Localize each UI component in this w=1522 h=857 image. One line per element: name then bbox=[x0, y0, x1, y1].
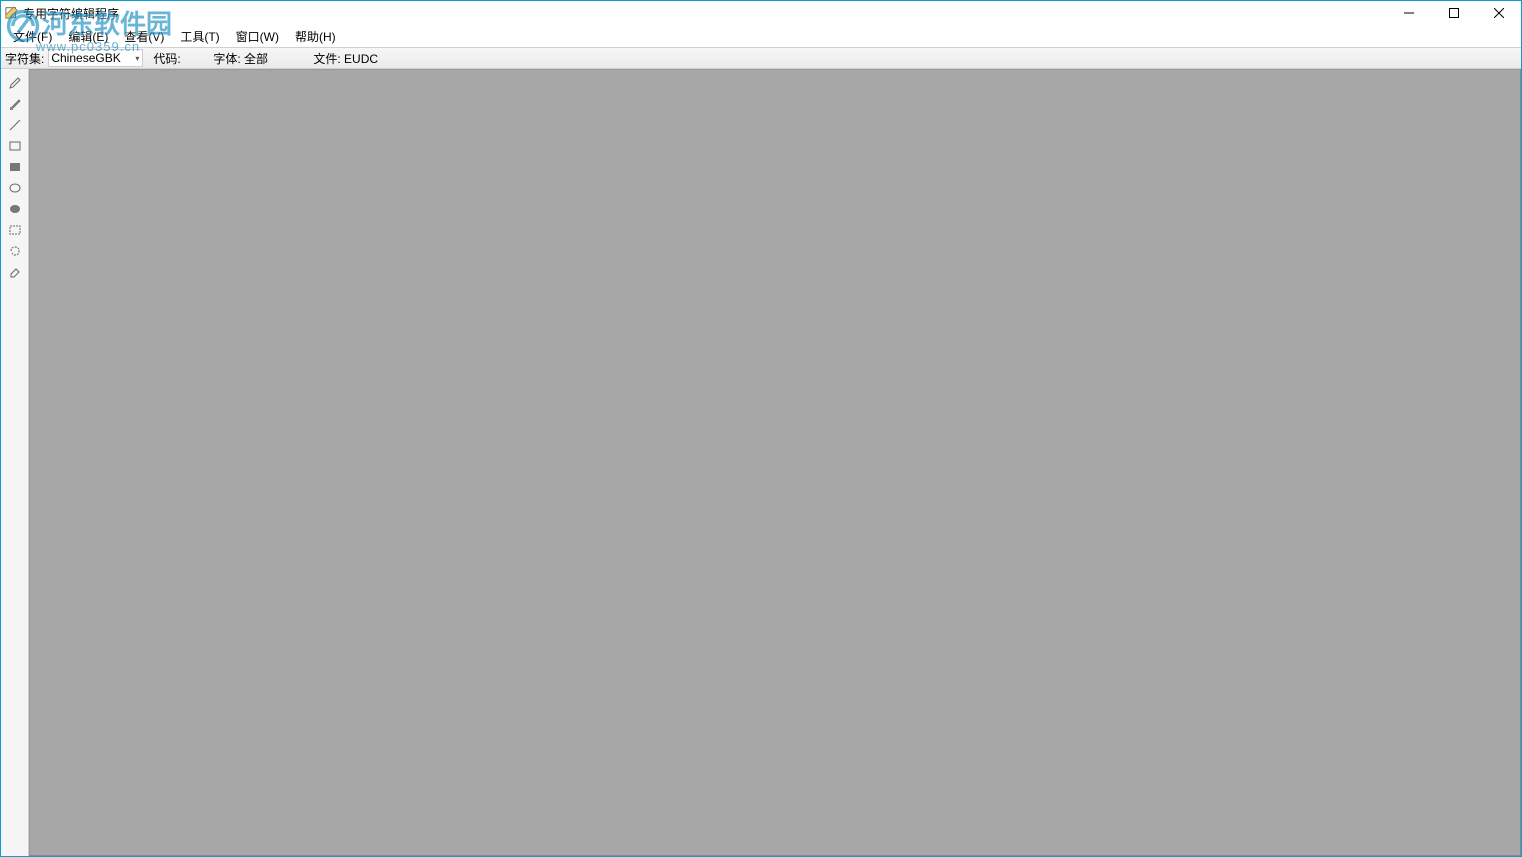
brush-icon[interactable] bbox=[4, 94, 26, 114]
toolbox bbox=[1, 69, 29, 856]
file-field: 文件: EUDC bbox=[313, 50, 378, 67]
minimize-button[interactable] bbox=[1386, 1, 1431, 25]
menu-view[interactable]: 查看(V) bbox=[116, 26, 172, 47]
rectangle-filled-icon[interactable] bbox=[4, 157, 26, 177]
code-field: 代码: bbox=[153, 50, 193, 67]
menu-window[interactable]: 窗口(W) bbox=[228, 26, 287, 47]
pencil-icon[interactable] bbox=[4, 73, 26, 93]
charset-select[interactable]: ChineseGBK ▾ bbox=[48, 49, 143, 67]
canvas-area[interactable] bbox=[29, 69, 1521, 856]
charset-value: ChineseGBK bbox=[51, 51, 120, 65]
rectangle-outline-icon[interactable] bbox=[4, 136, 26, 156]
infobar: 字符集: ChineseGBK ▾ 代码: 字体: 全部 文件: EUDC bbox=[1, 47, 1521, 69]
menu-file[interactable]: 文件(F) bbox=[5, 26, 60, 47]
window-title: 专用字符编辑程序 bbox=[23, 5, 119, 22]
maximize-button[interactable] bbox=[1431, 1, 1476, 25]
workspace bbox=[1, 69, 1521, 856]
free-select-icon[interactable] bbox=[4, 241, 26, 261]
close-button[interactable] bbox=[1476, 1, 1521, 25]
eraser-icon[interactable] bbox=[4, 262, 26, 282]
titlebar[interactable]: 专用字符编辑程序 bbox=[1, 1, 1521, 25]
ellipse-filled-icon[interactable] bbox=[4, 199, 26, 219]
menu-edit[interactable]: 编辑(E) bbox=[60, 26, 116, 47]
window-controls bbox=[1386, 1, 1521, 25]
font-field: 字体: 全部 bbox=[213, 50, 273, 67]
menu-help[interactable]: 帮助(H) bbox=[287, 26, 344, 47]
app-icon bbox=[5, 6, 19, 20]
line-icon[interactable] bbox=[4, 115, 26, 135]
menu-tools[interactable]: 工具(T) bbox=[172, 26, 227, 47]
rect-select-icon[interactable] bbox=[4, 220, 26, 240]
charset-label: 字符集: bbox=[5, 50, 44, 67]
app-window: 专用字符编辑程序 文件(F) 编辑(E) 查看(V) 工具(T) 窗口(W) 帮… bbox=[0, 0, 1522, 857]
chevron-down-icon: ▾ bbox=[135, 54, 139, 63]
ellipse-outline-icon[interactable] bbox=[4, 178, 26, 198]
menubar: 文件(F) 编辑(E) 查看(V) 工具(T) 窗口(W) 帮助(H) bbox=[1, 25, 1521, 47]
